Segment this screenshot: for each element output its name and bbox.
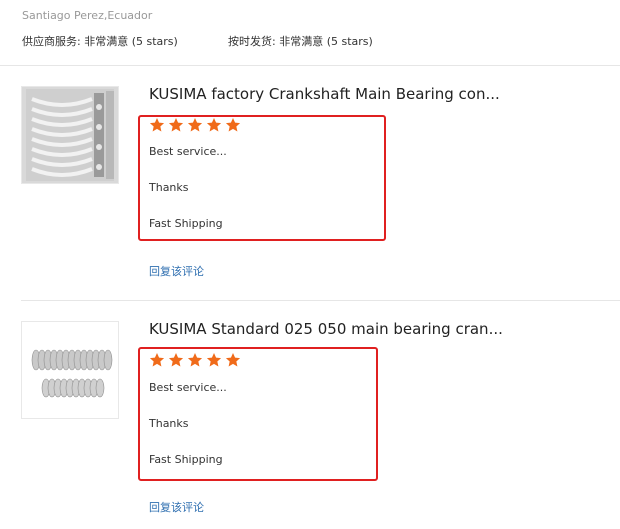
star-icon xyxy=(225,353,241,367)
review-text-line: Best service... xyxy=(149,381,227,394)
star-rating xyxy=(149,117,241,133)
review-author: Santiago Perez,Ecuador xyxy=(22,9,153,22)
star-icon xyxy=(168,118,184,132)
product-title[interactable]: KUSIMA factory Crankshaft Main Bearing c… xyxy=(149,85,500,103)
review-text-line: Thanks xyxy=(149,417,189,430)
reply-link[interactable]: 回复该评论 xyxy=(149,499,204,515)
on-time-shipment-rating: 按时发货: 非常满意 (5 stars) xyxy=(228,35,373,48)
divider xyxy=(0,65,620,66)
star-icon xyxy=(206,353,222,367)
ratings-summary: 供应商服务: 非常满意 (5 stars) 按时发货: 非常满意 (5 star… xyxy=(22,33,373,49)
star-icon xyxy=(225,118,241,132)
divider xyxy=(21,300,620,301)
bearing-image xyxy=(22,322,118,418)
star-icon xyxy=(149,118,165,132)
review-text-line: Thanks xyxy=(149,181,189,194)
star-icon xyxy=(149,353,165,367)
review-text-line: Fast Shipping xyxy=(149,217,223,230)
product-thumbnail[interactable] xyxy=(21,86,119,184)
supplier-service-rating: 供应商服务: 非常满意 (5 stars) xyxy=(22,35,178,48)
reply-link[interactable]: 回复该评论 xyxy=(149,263,204,279)
review-text-line: Fast Shipping xyxy=(149,453,223,466)
product-title[interactable]: KUSIMA Standard 025 050 main bearing cra… xyxy=(149,320,503,338)
star-rating xyxy=(149,352,241,368)
review-text-line: Best service... xyxy=(149,145,227,158)
star-icon xyxy=(187,353,203,367)
product-thumbnail[interactable] xyxy=(21,321,119,419)
star-icon xyxy=(168,353,184,367)
star-icon xyxy=(206,118,222,132)
bearing-image xyxy=(22,87,118,183)
star-icon xyxy=(187,118,203,132)
